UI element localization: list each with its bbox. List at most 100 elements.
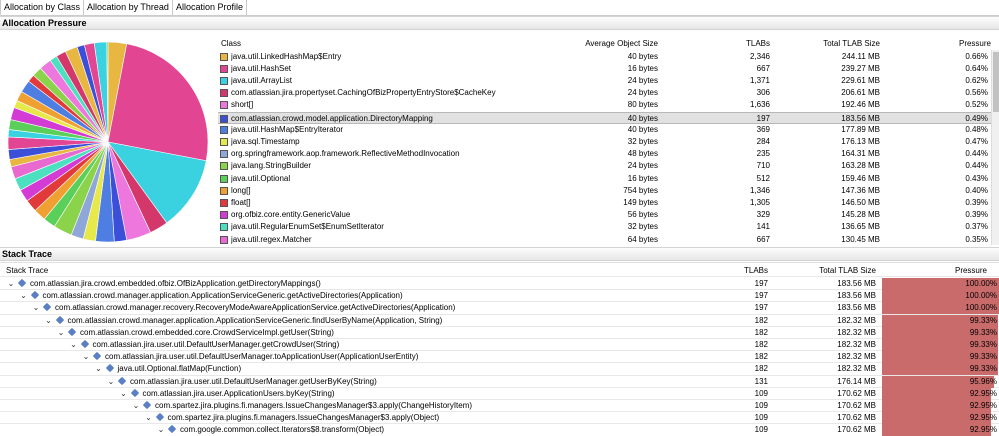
stack-frame-row[interactable]: ⌄ java.util.Optional.flatMap(Function) 182… xyxy=(0,363,999,376)
allocation-row[interactable]: java.util.Optional 16 bytes 512 159.46 MB 0.… xyxy=(218,173,991,185)
total-tlab-size: 163.28 MB xyxy=(841,161,880,171)
allocation-table-scroll-thumb[interactable] xyxy=(993,52,999,112)
chevron-down-icon[interactable]: ⌄ xyxy=(106,376,116,388)
total-tlab-size: 164.31 MB xyxy=(841,149,880,159)
stack-frame-row[interactable]: ⌄ com.atlassian.jira.user.util.DefaultUse… xyxy=(0,375,999,388)
stack-frame-row[interactable]: ⌄ com.atlassian.crowd.manager.recovery.Re… xyxy=(0,302,999,315)
chevron-down-icon[interactable]: ⌄ xyxy=(31,302,41,314)
chevron-down-icon[interactable]: ⌄ xyxy=(56,327,66,339)
method-icon xyxy=(155,412,164,422)
chevron-down-icon[interactable]: ⌄ xyxy=(6,278,16,290)
class-color-swatch xyxy=(220,235,228,244)
stack-frame-row[interactable]: ⌄ com.atlassian.crowd.manager.application… xyxy=(0,290,999,303)
stack-frame-row[interactable]: ⌄ com.atlassian.jira.user.ApplicationUser… xyxy=(0,387,999,400)
tab-allocation-by-class[interactable]: Allocation by Class xyxy=(0,0,85,15)
chevron-down-icon[interactable]: ⌄ xyxy=(19,290,29,302)
total-tlab-size: 177.89 MB xyxy=(841,124,880,134)
average-object-size: 48 bytes xyxy=(627,149,658,159)
pressure-value: 0.56% xyxy=(965,88,988,98)
total-tlab-size: 147.36 MB xyxy=(841,185,880,195)
stack-frame-row[interactable]: ⌄ com.atlassian.crowd.manager.application… xyxy=(0,314,999,327)
column-class[interactable]: Class xyxy=(221,38,521,50)
column-stack-trace[interactable]: Stack Trace xyxy=(6,265,306,277)
stack-tlab-count: 197 xyxy=(754,291,768,301)
allocation-row[interactable]: java.lang.StringBuilder 24 bytes 710 163.28… xyxy=(218,160,991,172)
stack-total-tlab-size: 182.32 MB xyxy=(837,364,876,374)
allocation-row[interactable]: long[] 754 bytes 1,346 147.36 MB 0.40% xyxy=(218,185,991,197)
method-icon xyxy=(92,351,102,361)
pressure-value: 92.95% xyxy=(969,413,997,423)
column-stack-pressure[interactable]: Pressure xyxy=(882,265,987,277)
allocation-row[interactable]: java.util.regex.Matcher 64 bytes 667 130.45… xyxy=(218,234,991,246)
total-tlab-size: 206.61 MB xyxy=(841,88,880,98)
pressure-value: 0.52% xyxy=(965,100,988,110)
stack-pressure: 92.95% xyxy=(882,387,999,400)
stack-pressure: 100.00% xyxy=(882,278,999,290)
chevron-down-icon[interactable]: ⌄ xyxy=(156,424,166,436)
chevron-down-icon[interactable]: ⌄ xyxy=(131,400,141,412)
column-pressure[interactable]: Pressure xyxy=(898,38,991,50)
stack-tlab-count: 109 xyxy=(754,388,768,398)
stack-pressure: 100.00% xyxy=(882,290,999,303)
chevron-down-icon[interactable]: ⌄ xyxy=(81,351,91,363)
stack-frame-row[interactable]: ⌄ com.spartez.jira.plugins.fi.managers.Is… xyxy=(0,412,999,425)
stack-frame-row[interactable]: ⌄ com.google.common.collect.Iterators$8.t… xyxy=(0,424,999,436)
allocation-row[interactable]: java.util.HashSet 16 bytes 667 239.27 MB 0.6… xyxy=(218,63,991,75)
column-total-tlab-size[interactable]: Total TLAB Size xyxy=(788,38,880,50)
stack-pressure: 99.33% xyxy=(882,314,999,327)
allocation-row[interactable]: org.ofbiz.core.entity.GenericValue 56 byt… xyxy=(218,209,991,221)
allocation-row[interactable]: com.atlassian.crowd.model.application.Di… xyxy=(218,111,991,124)
stack-total-tlab-size: 182.32 MB xyxy=(837,327,876,337)
pressure-value: 0.49% xyxy=(965,113,988,123)
chevron-down-icon[interactable]: ⌄ xyxy=(44,315,54,327)
stack-frame-row[interactable]: ⌄ com.atlassian.crowd.embedded.core.Crowd… xyxy=(0,326,999,339)
pressure-value: 92.95% xyxy=(969,388,997,398)
allocation-row[interactable]: java.util.ArrayList 24 bytes 1,371 229.61 M… xyxy=(218,75,991,87)
chevron-down-icon[interactable]: ⌄ xyxy=(119,388,129,400)
allocation-row[interactable]: float[] 149 bytes 1,305 146.50 MB 0.39% xyxy=(218,197,991,209)
tab-allocation-by-thread[interactable]: Allocation by Thread xyxy=(83,0,173,15)
column-stack-tlabs[interactable]: TLABs xyxy=(700,265,768,277)
pressure-value: 92.95% xyxy=(969,401,997,410)
stack-tlab-count: 197 xyxy=(754,303,768,313)
tab-allocation-profile[interactable]: Allocation Profile xyxy=(171,0,247,15)
stack-tlab-count: 109 xyxy=(754,401,768,410)
pressure-value: 0.43% xyxy=(965,173,988,183)
stack-frame-row[interactable]: ⌄ com.atlassian.jira.user.util.DefaultUse… xyxy=(0,339,999,352)
stack-total-tlab-size: 182.32 MB xyxy=(837,340,876,349)
average-object-size: 64 bytes xyxy=(627,234,658,244)
total-tlab-size: 244.11 MB xyxy=(841,51,880,61)
stack-trace-table: Stack Trace TLABs Total TLAB Size Pressu… xyxy=(0,262,999,436)
stack-total-tlab-size: 170.62 MB xyxy=(837,388,876,398)
stack-total-tlab-size: 182.32 MB xyxy=(837,315,876,325)
allocation-row[interactable]: com.atlassian.jira.propertyset.CachingOf… xyxy=(218,87,991,99)
total-tlab-size: 130.45 MB xyxy=(841,234,880,244)
pressure-value: 0.35% xyxy=(965,234,988,244)
column-average-object-size[interactable]: Average Object Size xyxy=(548,38,658,50)
chevron-down-icon[interactable]: ⌄ xyxy=(69,339,79,351)
stack-pressure: 99.33% xyxy=(882,351,999,364)
chevron-down-icon[interactable]: ⌄ xyxy=(144,412,154,424)
column-stack-total-tlab-size[interactable]: Total TLAB Size xyxy=(780,265,876,277)
average-object-size: 40 bytes xyxy=(627,51,658,61)
allocation-table-scrollbar[interactable] xyxy=(991,50,999,245)
allocation-row[interactable]: java.util.HashMap$EntryIterator 40 bytes 3… xyxy=(218,124,991,136)
allocation-row[interactable]: java.sql.Timestamp 32 bytes 284 176.13 MB 0.… xyxy=(218,136,991,148)
method-icon xyxy=(117,376,127,385)
stack-frame: ⌄ com.atlassian.crowd.manager.application… xyxy=(0,290,700,302)
pressure-value: 100.00% xyxy=(965,279,997,288)
stack-tlab-count: 109 xyxy=(754,413,768,423)
stack-frame-row[interactable]: ⌄ com.spartez.jira.plugins.fi.managers.Is… xyxy=(0,400,999,413)
stack-pressure: 99.33% xyxy=(882,363,999,376)
stack-frame-row[interactable]: ⌄ com.atlassian.jira.user.util.DefaultUse… xyxy=(0,351,999,364)
stack-frame-row[interactable]: ⌄ com.atlassian.jira.crowd.embedded.ofbiz… xyxy=(0,278,999,291)
allocation-row[interactable]: org.springframework.aop.framework.Reflec… xyxy=(218,148,991,160)
chevron-down-icon[interactable]: ⌄ xyxy=(94,363,104,375)
allocation-row[interactable]: java.util.LinkedHashMap$Entry 40 bytes 2,3… xyxy=(218,51,991,63)
allocation-row[interactable]: java.util.RegularEnumSet$EnumSetIterator… xyxy=(218,221,991,233)
average-object-size: 56 bytes xyxy=(627,210,658,220)
tlab-count: 235 xyxy=(756,149,770,159)
class-color-swatch xyxy=(220,162,228,171)
allocation-row[interactable]: short[] 80 bytes 1,636 192.46 MB 0.52% xyxy=(218,99,991,111)
column-tlabs[interactable]: TLABs xyxy=(698,38,770,50)
